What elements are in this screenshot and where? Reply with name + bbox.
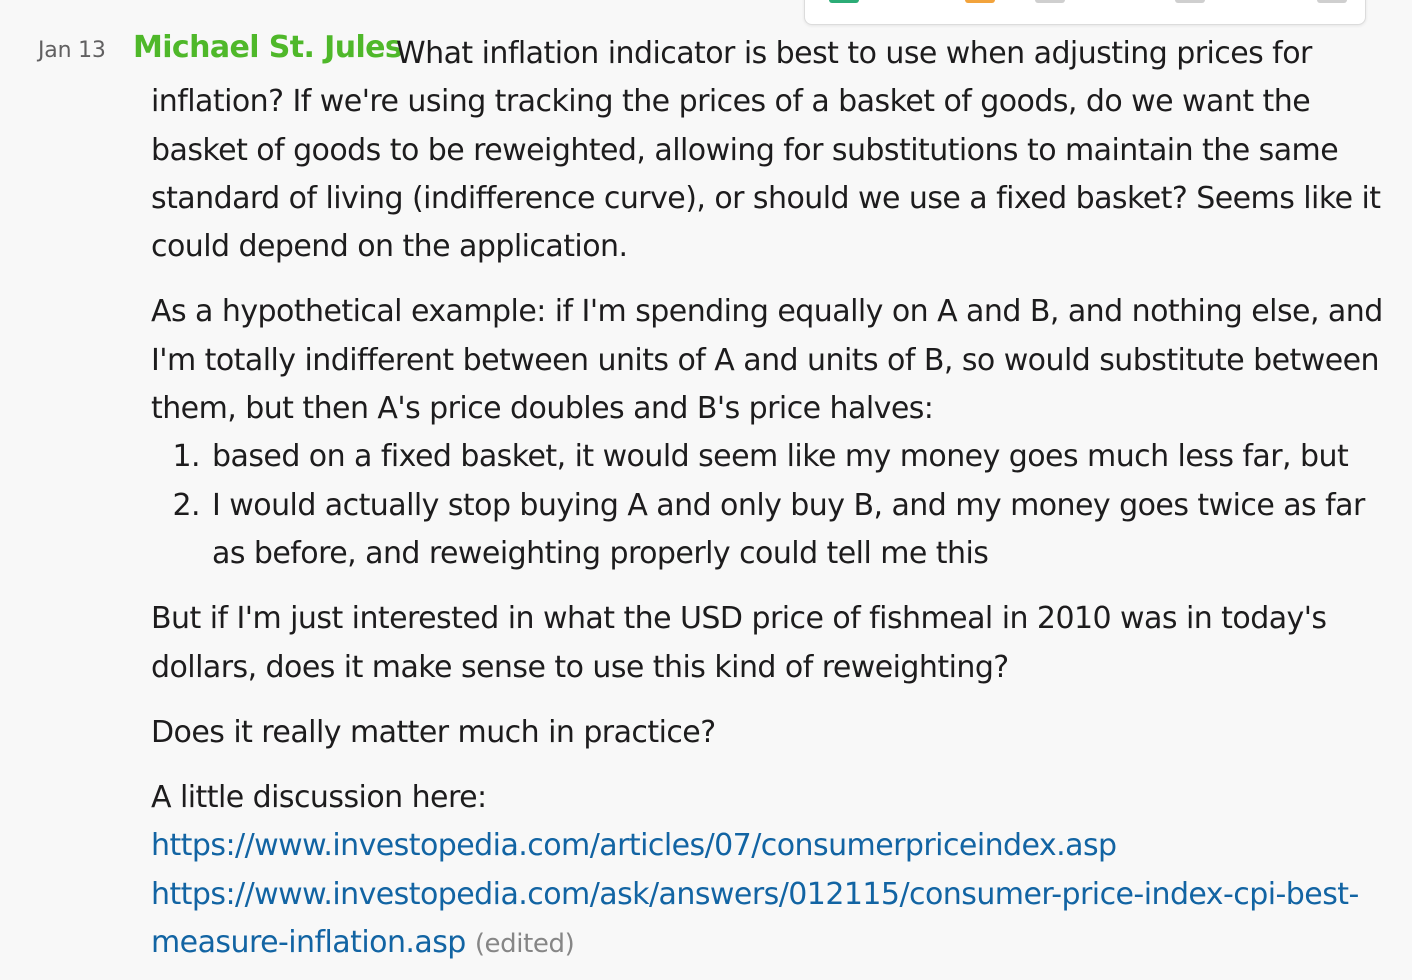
paragraph-2-text: As a hypothetical example: if I'm spendi…: [151, 294, 1383, 427]
list-item-text: I would actually stop buying A and only …: [212, 487, 1365, 571]
paragraph-5-intro: A little discussion here:: [151, 780, 487, 816]
first-line-text: What inflation indicator is best to use …: [396, 36, 1312, 71]
reaction-icon[interactable]: [965, 0, 995, 3]
reply-icon[interactable]: [1035, 0, 1065, 3]
emoji-reaction-icon[interactable]: [829, 0, 859, 3]
investopedia-link-1[interactable]: https://www.investopedia.com/articles/07…: [151, 828, 1117, 863]
list-item-text: based on a fixed basket, it would seem l…: [212, 439, 1349, 475]
more-icon[interactable]: [1317, 0, 1347, 3]
paragraph-1: What inflation indicator is best to use …: [151, 30, 1383, 271]
paragraph-1-rest: inflation? If we're using tracking the p…: [151, 84, 1381, 265]
message-actions-toolbar: [804, 0, 1366, 25]
list-number: 2.: [172, 487, 200, 523]
paragraph-2: As a hypothetical example: if I'm spendi…: [151, 288, 1383, 578]
edited-label: (edited): [474, 929, 575, 960]
paragraph-3: But if I'm just interested in what the U…: [151, 601, 1327, 685]
list-item: 1. based on a fixed basket, it would seem…: [172, 433, 1383, 481]
message-body: What inflation indicator is best to use …: [151, 30, 1383, 968]
paragraph-5: A little discussion here: https://www.in…: [151, 774, 1383, 968]
list-item: 2. I would actually stop buying A and onl…: [172, 482, 1383, 579]
share-icon[interactable]: [1175, 0, 1205, 3]
list-number: 1.: [172, 439, 200, 475]
message-timestamp[interactable]: Jan 13: [38, 38, 106, 63]
message-row: Jan 13 Michael St. Jules What inflation …: [0, 0, 1412, 980]
numbered-list: 1. based on a fixed basket, it would seem…: [151, 433, 1383, 578]
investopedia-link-2[interactable]: https://www.investopedia.com/ask/answers…: [151, 877, 1359, 960]
paragraph-4: Does it really matter much in practice?: [151, 714, 716, 750]
